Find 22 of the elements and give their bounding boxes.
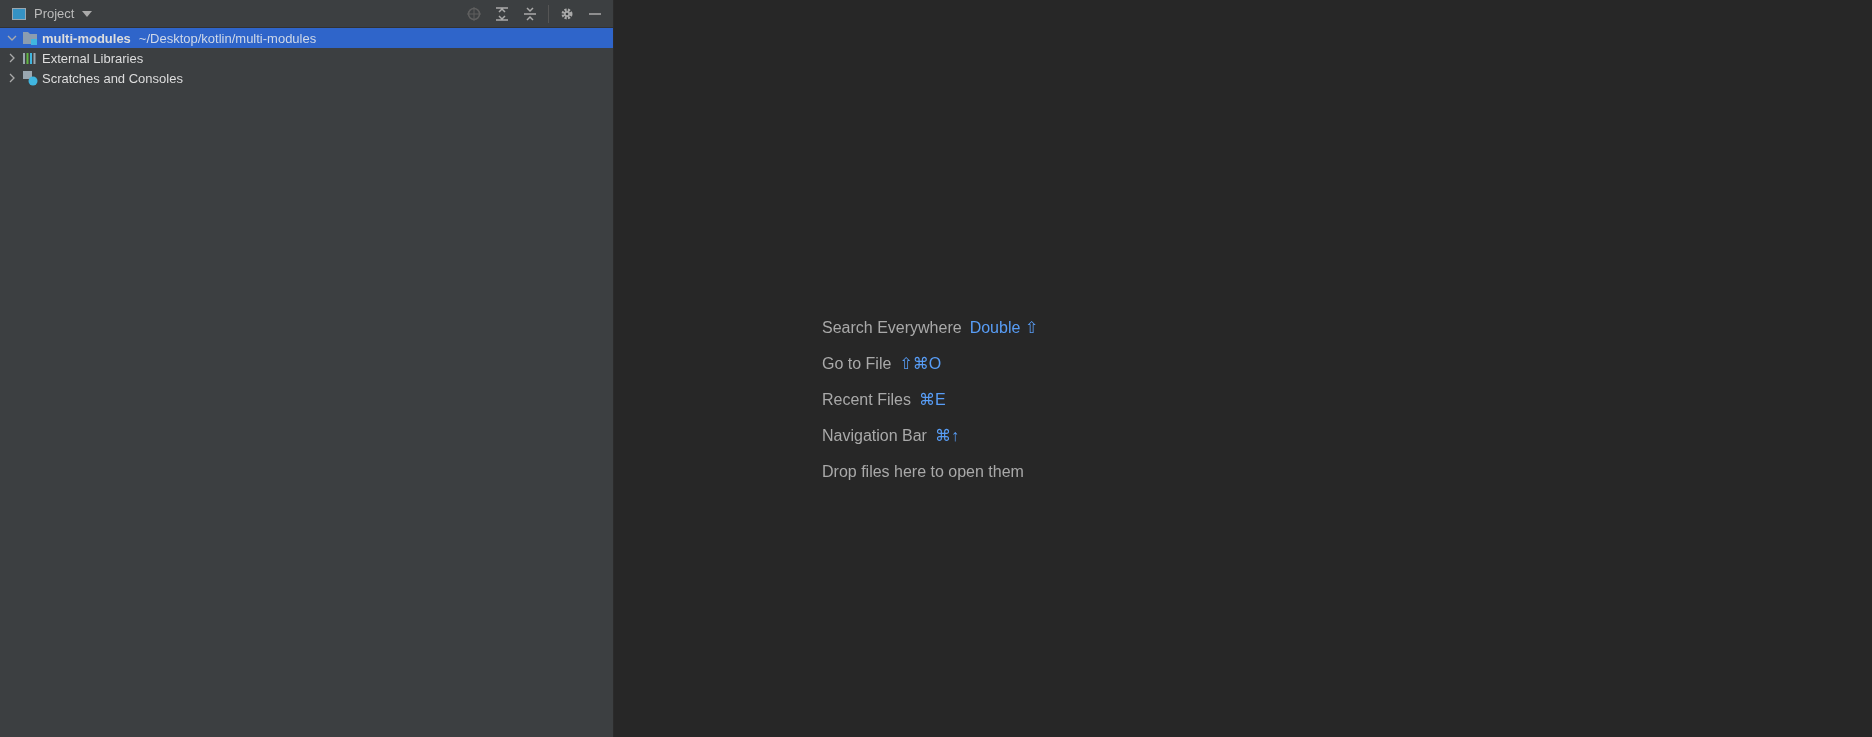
hint-text: Drop files here to open them [822, 462, 1024, 481]
shortcut-text: ⇧⌘O [899, 354, 942, 373]
node-label: multi-modules [42, 30, 131, 46]
hint-text: Search Everywhere [822, 318, 962, 337]
node-path: ~/Desktop/kotlin/multi-modules [138, 30, 317, 46]
hint-text: Recent Files [822, 390, 911, 409]
hint-text: Go to File [822, 354, 892, 373]
node-label: Scratches and Consoles [42, 70, 183, 86]
library-icon [22, 51, 38, 65]
shortcut-text: ⌘E [918, 390, 946, 409]
tree-row[interactable]: External Libraries [0, 48, 613, 68]
panel-title[interactable]: Project [34, 6, 75, 21]
window-icon [12, 7, 26, 20]
tree-row[interactable]: multi-modules ~/Desktop/kotlin/multi-modules [0, 28, 613, 48]
tree-row[interactable]: Scratches and Consoles [0, 68, 613, 88]
hint-text: Navigation Bar [822, 426, 927, 445]
folder-icon [22, 31, 38, 45]
scratch-icon [22, 70, 38, 86]
shortcut-text: ⌘↑ [934, 426, 959, 445]
node-label: External Libraries [42, 50, 144, 66]
dropdown-caret-icon[interactable] [82, 10, 93, 17]
shortcut-text: Double ⇧ [969, 318, 1039, 337]
